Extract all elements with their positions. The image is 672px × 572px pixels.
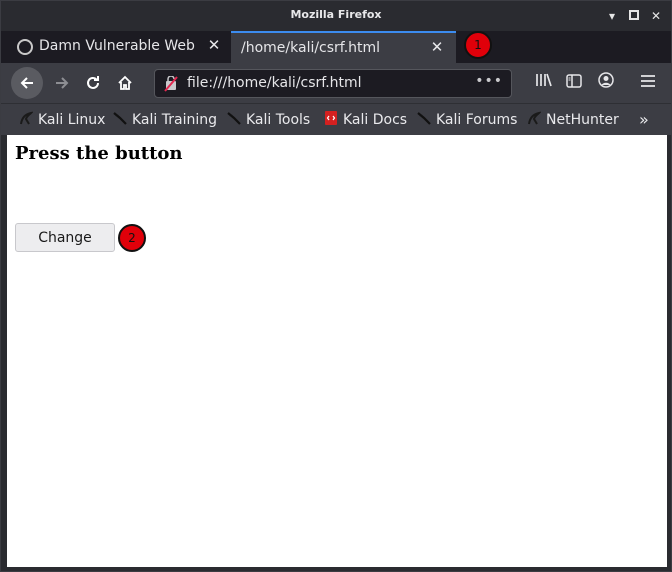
kali-dragon-icon — [227, 111, 241, 125]
nethunter-icon — [527, 111, 543, 125]
home-button[interactable] — [111, 69, 139, 97]
tab-label: /home/kali/csrf.html — [241, 40, 381, 56]
library-icon[interactable] — [531, 69, 557, 97]
page-heading: Press the button — [15, 143, 183, 164]
home-icon — [118, 75, 132, 90]
maximize-icon[interactable] — [625, 7, 643, 25]
kali-dragon-icon — [417, 111, 431, 125]
bookmark-kali-training[interactable]: Kali Training — [113, 111, 217, 131]
title-bar: Mozilla Firefox ▾ ✕ — [1, 1, 671, 31]
bookmark-kali-tools[interactable]: Kali Tools — [227, 111, 310, 131]
bookmark-nethunter[interactable]: NetHunter — [527, 111, 619, 131]
bookmarks-toolbar: Kali Linux Kali Training Kali Tools Kali… — [1, 103, 671, 135]
annotation-badge-2: 2 — [118, 224, 146, 252]
tab-close-icon[interactable]: ✕ — [429, 38, 445, 58]
bookmark-kali-forums[interactable]: Kali Forums — [417, 111, 517, 131]
bookmark-kali-linux[interactable]: Kali Linux — [19, 111, 105, 131]
tab-csrf[interactable]: /home/kali/csrf.html ✕ — [231, 31, 456, 63]
docs-icon — [324, 111, 338, 125]
browser-window: Mozilla Firefox ▾ ✕ Damn Vulnerable Web … — [0, 0, 672, 572]
kali-dragon-icon — [113, 111, 127, 125]
forward-button[interactable] — [48, 69, 76, 97]
bookmarks-overflow-icon[interactable]: » — [639, 110, 649, 129]
back-arrow-icon — [20, 77, 33, 89]
url-bar[interactable]: file:///home/kali/csrf.html ••• — [154, 69, 512, 98]
change-button[interactable]: Change — [15, 223, 115, 252]
url-text[interactable]: file:///home/kali/csrf.html — [187, 75, 362, 91]
close-window-icon[interactable]: ✕ — [647, 7, 665, 25]
tab-strip: Damn Vulnerable Web App ✕ /home/kali/csr… — [1, 31, 671, 63]
navigation-toolbar: file:///home/kali/csrf.html ••• — [1, 63, 671, 103]
bookmark-kali-docs[interactable]: Kali Docs — [324, 111, 407, 131]
page-content: Press the button Change 2 — [7, 135, 667, 567]
tab-close-icon[interactable]: ✕ — [206, 36, 222, 56]
reload-icon — [87, 76, 99, 89]
sidebar-icon[interactable] — [561, 69, 587, 97]
forward-arrow-icon — [56, 77, 69, 89]
insecure-page-icon — [163, 75, 179, 92]
annotation-badge-1: 1 — [464, 31, 492, 59]
back-button[interactable] — [11, 67, 43, 99]
minimize-icon[interactable]: ▾ — [603, 7, 621, 25]
account-icon[interactable] — [593, 69, 619, 97]
tab-dvwa[interactable]: Damn Vulnerable Web App ✕ — [7, 31, 229, 63]
tab-label: Damn Vulnerable Web App — [39, 38, 199, 54]
dvwa-favicon-icon — [17, 39, 33, 55]
page-actions-icon[interactable]: ••• — [475, 73, 503, 89]
kali-dragon-icon — [19, 111, 35, 125]
menu-icon[interactable] — [635, 69, 661, 97]
window-title: Mozilla Firefox — [290, 8, 382, 21]
reload-button[interactable] — [79, 69, 107, 97]
